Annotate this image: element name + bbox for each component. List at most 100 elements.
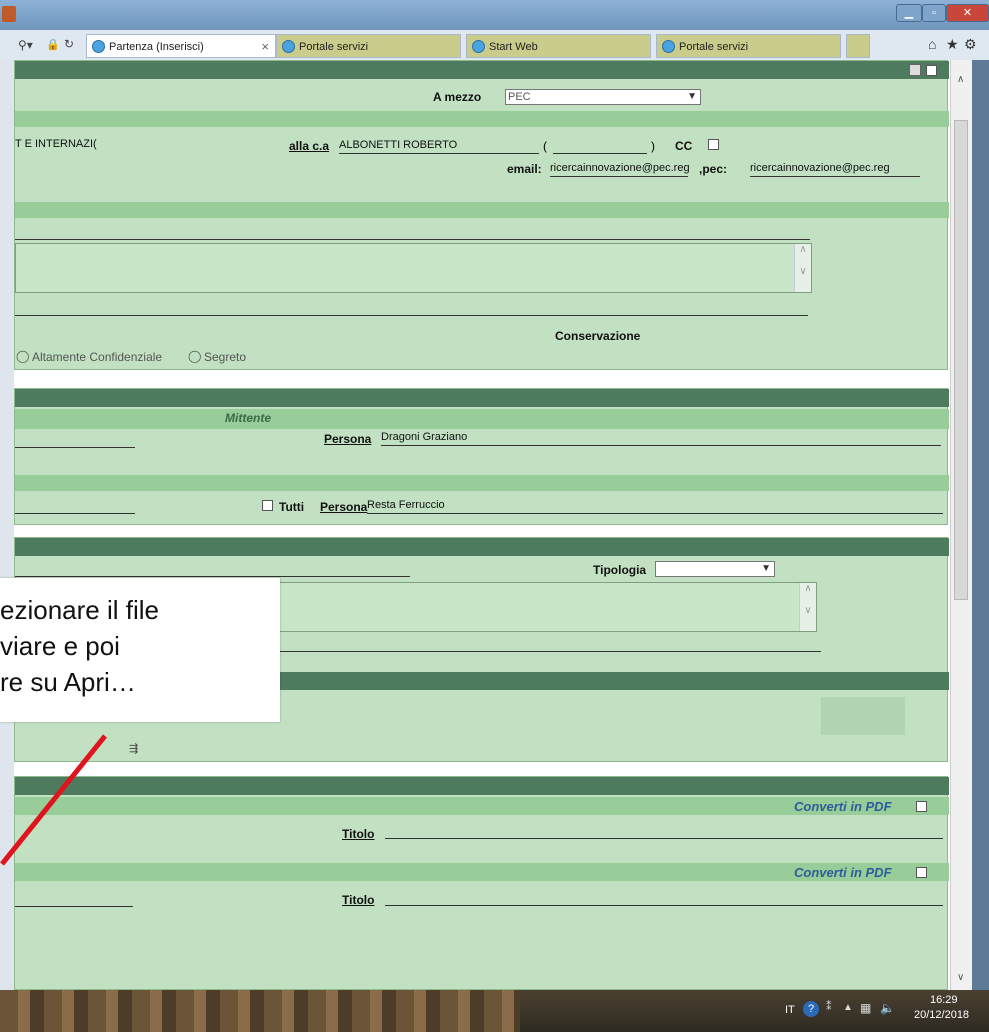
star-icon[interactable]: ★ <box>946 36 959 53</box>
destinatario-value[interactable]: T E INTERNAZI( <box>15 138 115 152</box>
section-header <box>15 389 949 407</box>
taskbar-background-image <box>0 990 520 1032</box>
ie-icon <box>92 40 105 53</box>
titolo-line[interactable] <box>385 905 943 906</box>
callout-line: ezionare il file <box>0 595 159 625</box>
chevron-down-icon: ▼ <box>687 91 697 102</box>
converti-pdf-label: Converti in PDF <box>794 799 892 814</box>
allegato-line <box>15 906 133 907</box>
tab-label: Partenza (Inserisci) <box>109 41 204 53</box>
tipologia-label: Tipologia <box>593 563 647 577</box>
alla-ca-label: alla c.a <box>289 139 330 153</box>
ufficio-line <box>15 447 135 448</box>
persona-mittente-value[interactable]: Dragoni Graziano <box>381 431 941 446</box>
search-icon[interactable]: ⚲▾ <box>18 38 33 52</box>
new-tab-button[interactable] <box>846 34 870 58</box>
refresh-icon[interactable]: ↻ <box>64 37 74 51</box>
persona-label: Persona <box>324 432 372 446</box>
email-value[interactable]: ricercainnovazione@pec.reg <box>550 162 690 177</box>
converti-pdf-checkbox[interactable] <box>916 801 927 812</box>
volume-icon[interactable]: 🔈 <box>880 1001 895 1015</box>
desktop-edge <box>972 60 989 990</box>
persona-label: Persona <box>320 500 368 514</box>
clock-time[interactable]: 16:29 <box>930 994 958 1006</box>
web-page: A mezzo PEC ▼ T E INTERNAZI( alla c.a ALB… <box>14 60 950 990</box>
textarea-scrollbar[interactable]: ∧ ∨ <box>794 244 811 292</box>
lock-icon: 🔒 <box>46 39 60 51</box>
scrollbar-thumb[interactable] <box>954 120 968 600</box>
note-line <box>15 315 808 316</box>
scroll-down-icon[interactable]: ∨ <box>957 972 964 983</box>
maximize-button[interactable]: ▫ <box>922 4 946 22</box>
converti-pdf-label: Converti in PDF <box>794 865 892 880</box>
tipologia-select[interactable]: ▼ <box>655 561 775 577</box>
close-tab-icon[interactable]: × <box>261 35 269 57</box>
scroll-up-icon[interactable]: ∧ <box>957 74 964 85</box>
tab-portale-servizi-2[interactable]: Portale servizi <box>656 34 841 58</box>
tutti-label: Tutti <box>279 500 305 514</box>
a-mezzo-label: A mezzo <box>433 90 482 104</box>
mittente-label: Mittente <box>225 411 271 425</box>
close-button[interactable]: ✕ <box>946 4 989 22</box>
codice-field[interactable] <box>553 139 647 154</box>
edit-icon[interactable] <box>909 64 921 76</box>
converti-pdf-checkbox[interactable] <box>916 867 927 878</box>
section-header <box>15 538 949 556</box>
header-checkbox[interactable] <box>926 65 937 76</box>
gear-icon[interactable]: ⚙ <box>964 36 977 53</box>
oggetto-line <box>15 239 810 240</box>
a-mezzo-select[interactable]: PEC ▼ <box>505 89 701 105</box>
riservatezza-altamente-label: Altamente Confidenziale <box>32 350 163 364</box>
section-destinatari: A mezzo PEC ▼ T E INTERNAZI( alla c.a ALB… <box>14 60 949 370</box>
sub-header <box>15 409 949 429</box>
paren-close: ) <box>651 139 655 153</box>
section-allegati: Converti in PDF Titolo Converti in PDF T… <box>14 776 949 990</box>
tab-start-web[interactable]: Start Web <box>466 34 651 58</box>
tipo-line <box>15 576 410 577</box>
sub-header <box>15 475 949 491</box>
file-row-bg <box>821 697 905 735</box>
cc-label: CC <box>675 139 693 153</box>
tab-label: Start Web <box>489 41 538 53</box>
section-header <box>15 777 949 795</box>
tray-arrow-icon[interactable]: ▲ <box>843 1002 853 1013</box>
conservazione-label: Conservazione <box>555 329 641 343</box>
tutti-checkbox[interactable] <box>262 500 273 511</box>
tray-icon[interactable]: ⁑ <box>826 1000 832 1013</box>
red-arrow <box>0 734 107 866</box>
minimize-button[interactable]: ▁ <box>896 4 922 22</box>
attach-icon[interactable]: ⇶ <box>129 742 138 755</box>
persona-assegn-value[interactable]: Resta Ferruccio <box>367 499 943 514</box>
titolo-label: Titolo <box>342 827 375 841</box>
section-header <box>15 61 949 79</box>
radio-altamente[interactable]: ◯ <box>16 349 29 363</box>
browser-tabbar: ⚲▾ 🔒 ↻ Partenza (Inserisci) × Portale se… <box>0 30 989 61</box>
instruction-callout: ezionare il file viare e poi re su Apri… <box>0 578 280 722</box>
help-icon[interactable]: ? <box>803 1001 819 1017</box>
home-icon[interactable]: ⌂ <box>928 36 936 52</box>
titolo-line[interactable] <box>385 838 943 839</box>
pec-label: ,pec: <box>699 162 728 176</box>
assegn-ufficio-line <box>15 513 135 514</box>
email-label: email: <box>507 162 542 176</box>
clock-date[interactable]: 20/12/2018 <box>914 1009 969 1021</box>
chevron-down-icon: ▼ <box>761 563 771 574</box>
radio-segreto[interactable]: ◯ <box>188 349 201 363</box>
tab-portale-servizi[interactable]: Portale servizi <box>276 34 461 58</box>
network-icon[interactable]: ▦ <box>860 1001 871 1015</box>
cc-checkbox[interactable] <box>708 139 719 150</box>
window-icon <box>2 6 16 22</box>
window-titlebar: ▁ ▫ ✕ <box>0 0 989 30</box>
tab-label: Portale servizi <box>679 41 749 53</box>
riservatezza-segreto-label: Segreto <box>204 350 247 364</box>
oggetto-textarea[interactable]: ∧ ∨ <box>15 243 812 293</box>
ie-icon <box>472 40 485 53</box>
callout-line: viare e poi <box>0 631 120 661</box>
language-indicator[interactable]: IT <box>785 1004 795 1016</box>
ie-icon <box>662 40 675 53</box>
pec-value[interactable]: ricercainnovazione@pec.reg <box>750 162 920 177</box>
alla-ca-value[interactable]: ALBONETTI ROBERTO <box>339 139 539 154</box>
tab-partenza[interactable]: Partenza (Inserisci) × <box>86 34 276 58</box>
tab-label: Portale servizi <box>299 41 369 53</box>
textarea-scrollbar[interactable]: ∧ ∨ <box>799 583 816 631</box>
